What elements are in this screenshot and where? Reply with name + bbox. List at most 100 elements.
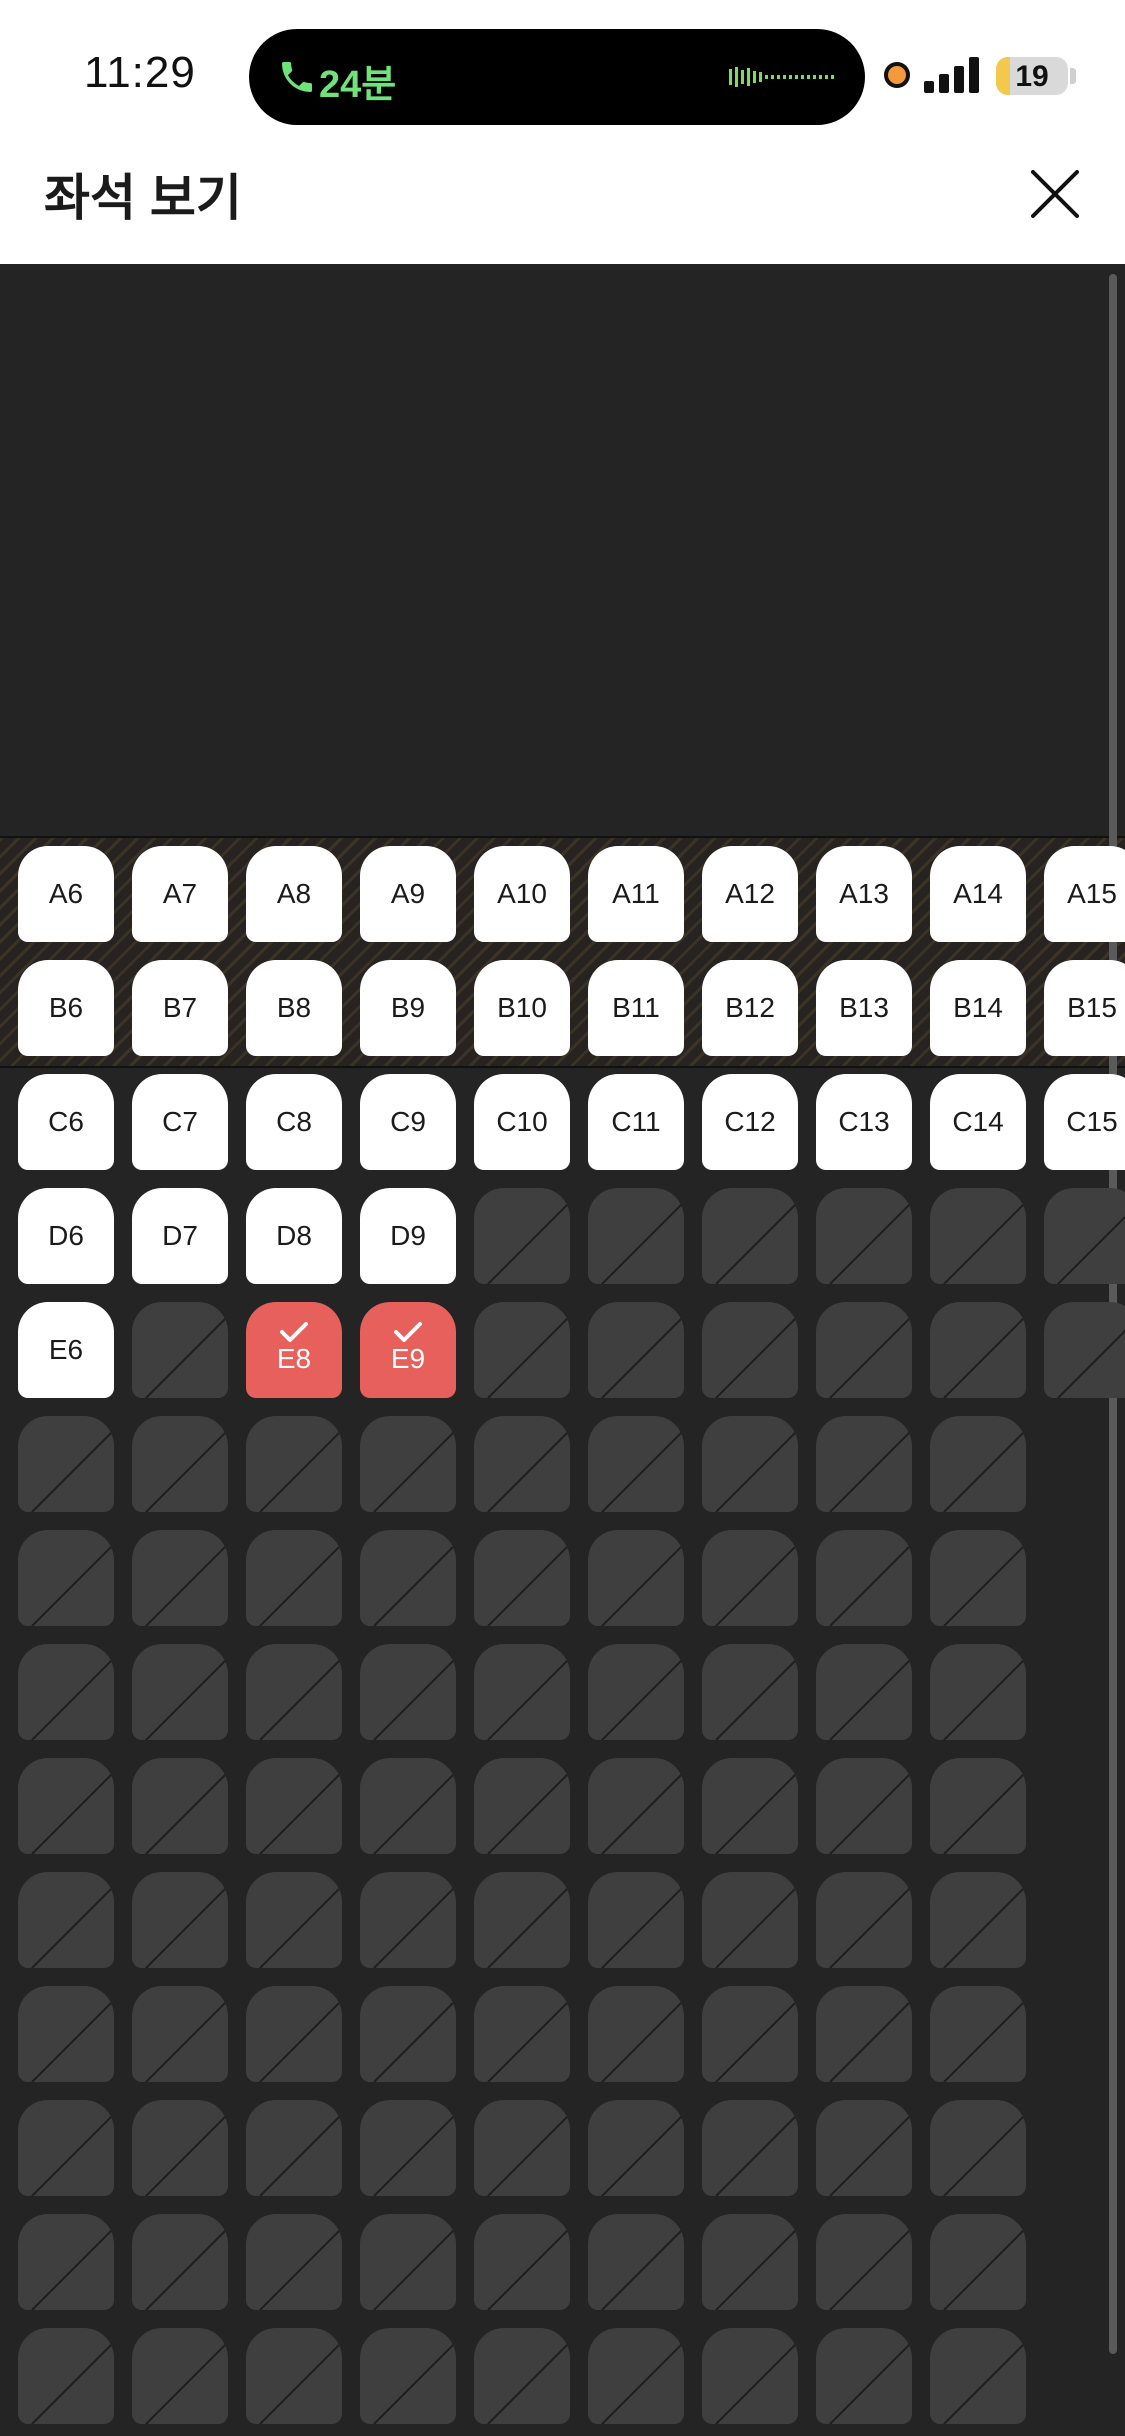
seat-unavailable	[1044, 1302, 1125, 1398]
seat-label: A9	[390, 878, 426, 909]
seat-c15[interactable]: C15	[1044, 1074, 1125, 1170]
seat-c13[interactable]: C13	[816, 1074, 912, 1170]
check-icon	[394, 1322, 422, 1342]
seat-b14[interactable]: B14	[930, 960, 1026, 1056]
seat-b15[interactable]: B15	[1044, 960, 1125, 1056]
seat-c8[interactable]: C8	[246, 1074, 342, 1170]
seat-label: B10	[497, 992, 547, 1023]
seat-unavailable	[702, 1302, 798, 1398]
seat-d6[interactable]: D6	[18, 1188, 114, 1284]
seat-unavailable	[132, 1302, 228, 1398]
battery-cap	[1070, 68, 1076, 84]
seat-label: C6	[48, 1106, 84, 1137]
seat-unavailable	[132, 2214, 228, 2310]
seat-a15[interactable]: A15	[1044, 846, 1125, 942]
seat-unavailable	[588, 1644, 684, 1740]
seat-c9[interactable]: C9	[360, 1074, 456, 1170]
seat-d8[interactable]: D8	[246, 1188, 342, 1284]
seat-c12[interactable]: C12	[702, 1074, 798, 1170]
seat-unavailable	[930, 2214, 1026, 2310]
seat-a8[interactable]: A8	[246, 846, 342, 942]
seat-c14[interactable]: C14	[930, 1074, 1026, 1170]
seat-c7[interactable]: C7	[132, 1074, 228, 1170]
seat-b11[interactable]: B11	[588, 960, 684, 1056]
seat-b12[interactable]: B12	[702, 960, 798, 1056]
seat-label: A6	[48, 878, 84, 909]
seat-a14[interactable]: A14	[930, 846, 1026, 942]
seat-a11[interactable]: A11	[588, 846, 684, 942]
seat-label: C9	[390, 1106, 426, 1137]
seat-d7[interactable]: D7	[132, 1188, 228, 1284]
seat-e6[interactable]: E6	[18, 1302, 114, 1398]
seat-a9[interactable]: A9	[360, 846, 456, 942]
seat-label: C10	[496, 1106, 548, 1137]
seat-label: B12	[725, 992, 775, 1023]
seat-unavailable	[930, 1416, 1026, 1512]
seat-unavailable	[588, 2214, 684, 2310]
seat-b6[interactable]: B6	[18, 960, 114, 1056]
seat-unavailable	[702, 1986, 798, 2082]
seat-unavailable	[474, 1416, 570, 1512]
seat-label: A15	[1067, 878, 1117, 909]
dynamic-island-call[interactable]: 24분	[249, 29, 865, 125]
seat-a12[interactable]: A12	[702, 846, 798, 942]
seat-unavailable	[816, 1188, 912, 1284]
seat-unavailable	[702, 1188, 798, 1284]
seat-unavailable	[132, 2328, 228, 2424]
seat-b10[interactable]: B10	[474, 960, 570, 1056]
seat-unavailable	[246, 2328, 342, 2424]
seat-unavailable	[360, 2100, 456, 2196]
seat-unavailable	[588, 1530, 684, 1626]
seat-unavailable	[588, 1188, 684, 1284]
seat-e8[interactable]: E8	[246, 1302, 342, 1398]
seat-unavailable	[18, 1872, 114, 1968]
seat-unavailable	[702, 1758, 798, 1854]
seat-unavailable	[360, 1530, 456, 1626]
status-time: 11:29	[84, 48, 196, 97]
seat-unavailable	[246, 1758, 342, 1854]
seat-c10[interactable]: C10	[474, 1074, 570, 1170]
seat-map[interactable]: A6 A7 A8 A9 A10 A11 A12 A13 A14 A15 B6 B7 B8 B9 B10 B11…	[0, 264, 1125, 2436]
seat-unavailable	[18, 2328, 114, 2424]
seat-d9[interactable]: D9	[360, 1188, 456, 1284]
seat-unavailable	[930, 1530, 1026, 1626]
seat-unavailable	[930, 1758, 1026, 1854]
seat-unavailable	[702, 1644, 798, 1740]
seat-unavailable	[474, 1530, 570, 1626]
seat-unavailable	[18, 1416, 114, 1512]
seat-label: D6	[48, 1220, 84, 1251]
seat-label: B6	[48, 992, 84, 1023]
seat-c6[interactable]: C6	[18, 1074, 114, 1170]
seat-b8[interactable]: B8	[246, 960, 342, 1056]
seat-b9[interactable]: B9	[360, 960, 456, 1056]
seat-a10[interactable]: A10	[474, 846, 570, 942]
seat-unavailable	[588, 1986, 684, 2082]
seat-label: B11	[612, 992, 660, 1023]
close-icon[interactable]	[1025, 164, 1085, 224]
seat-label: C13	[838, 1106, 890, 1137]
seat-b7[interactable]: B7	[132, 960, 228, 1056]
seat-a7[interactable]: A7	[132, 846, 228, 942]
seat-label: A7	[162, 878, 198, 909]
seat-unavailable	[246, 1644, 342, 1740]
seat-label: D9	[390, 1220, 426, 1251]
seat-unavailable	[132, 1416, 228, 1512]
seat-b13[interactable]: B13	[816, 960, 912, 1056]
audio-wave-icon	[729, 67, 834, 87]
seat-unavailable	[132, 1644, 228, 1740]
recording-indicator	[884, 62, 910, 88]
seat-unavailable	[18, 1644, 114, 1740]
seat-unavailable	[588, 1416, 684, 1512]
seat-unavailable	[588, 2328, 684, 2424]
seat-unavailable	[816, 2100, 912, 2196]
seat-unavailable	[816, 1530, 912, 1626]
seat-e9[interactable]: E9	[360, 1302, 456, 1398]
check-icon	[280, 1322, 308, 1342]
seat-c11[interactable]: C11	[588, 1074, 684, 1170]
seat-a13[interactable]: A13	[816, 846, 912, 942]
seat-label: C7	[162, 1106, 198, 1137]
seat-label: B8	[276, 992, 312, 1023]
seat-unavailable	[816, 1758, 912, 1854]
seat-unavailable	[816, 2328, 912, 2424]
seat-a6[interactable]: A6	[18, 846, 114, 942]
